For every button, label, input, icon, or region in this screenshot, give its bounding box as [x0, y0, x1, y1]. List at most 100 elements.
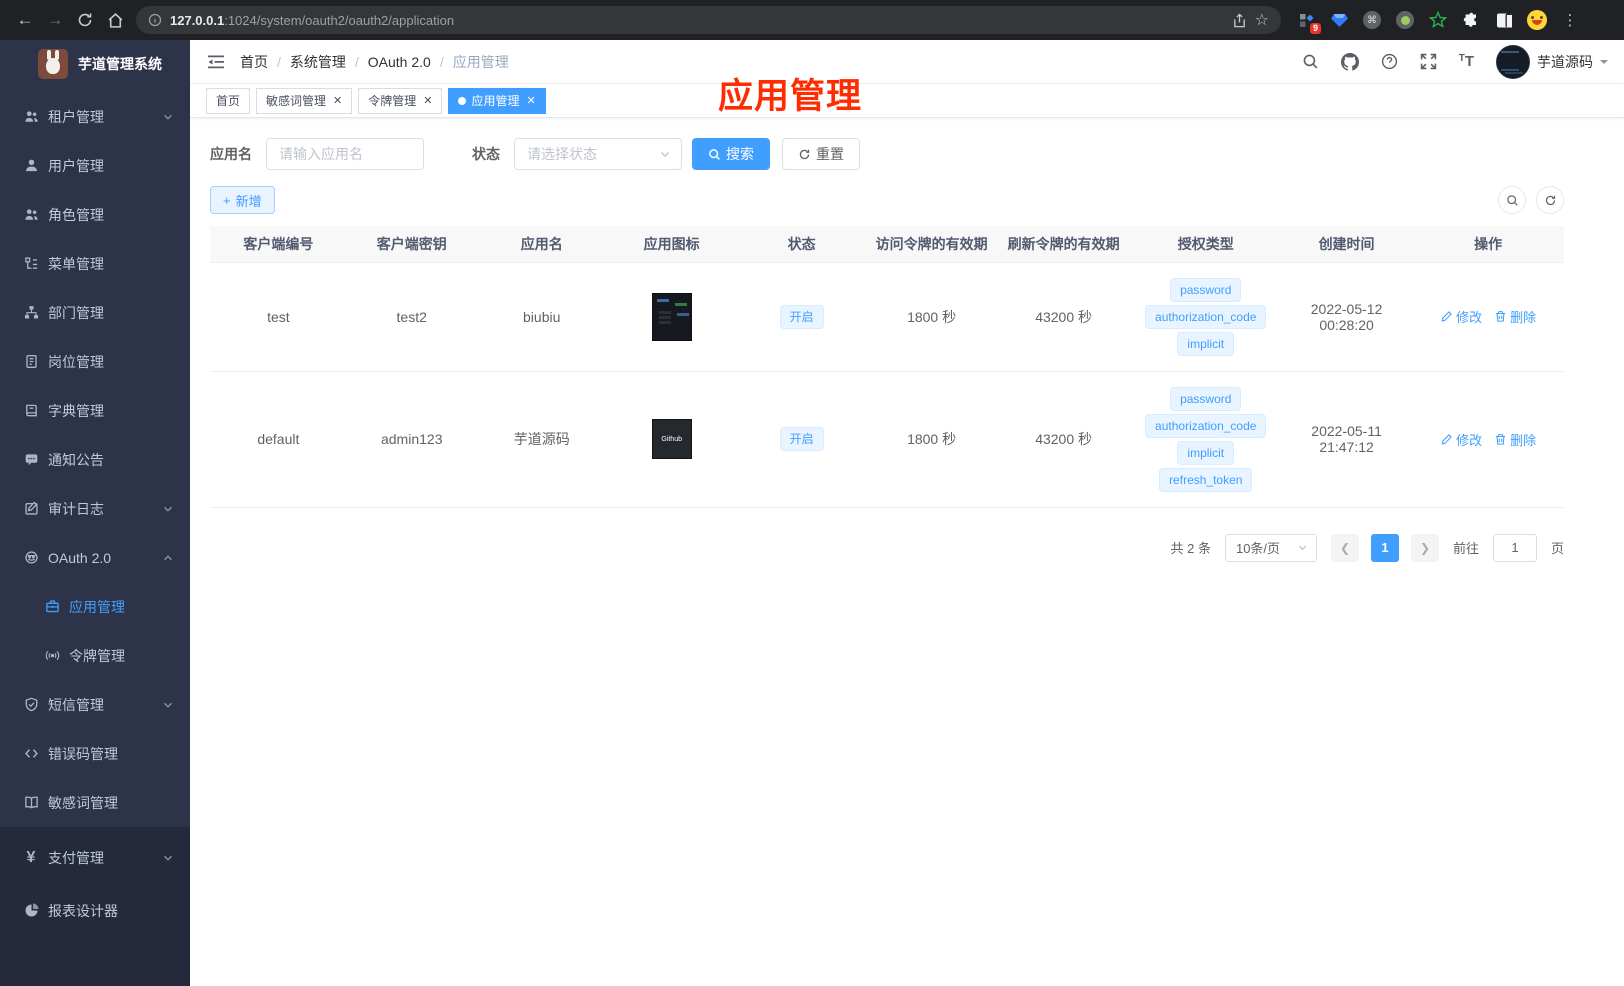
- bookmark-star-icon[interactable]: ☆: [1255, 10, 1269, 30]
- extension-tray: 9 ⌘ ⋮: [1291, 7, 1583, 34]
- filter-form: 应用名 状态 请选择状态 搜索 重置: [210, 138, 1564, 170]
- created-cell: 2022-05-12 00:28:20: [1280, 262, 1413, 372]
- dept-icon: [23, 305, 39, 320]
- page-1-button[interactable]: 1: [1370, 533, 1399, 562]
- sidebar-item-敏感词管理[interactable]: 敏感词管理: [0, 778, 190, 827]
- actions-cell: 修改 删除: [1412, 371, 1564, 508]
- total-count: 共 2 条: [1170, 541, 1211, 556]
- close-icon[interactable]: ✕: [527, 94, 536, 107]
- search-button[interactable]: 搜索: [692, 138, 770, 170]
- prev-page-button[interactable]: ❮: [1330, 533, 1359, 562]
- browser-menu-icon[interactable]: ⋮: [1557, 7, 1583, 33]
- header-search-icon[interactable]: [1302, 53, 1319, 70]
- sidebar-item-短信管理[interactable]: 短信管理: [0, 680, 190, 729]
- breadcrumb-item[interactable]: 系统管理: [290, 52, 346, 72]
- table-toolbar: + 新增: [210, 186, 1564, 214]
- delete-button[interactable]: 删除: [1494, 430, 1536, 449]
- sidebar-item-菜单管理[interactable]: 菜单管理: [0, 239, 190, 288]
- side-panel-icon[interactable]: [1491, 7, 1517, 33]
- reset-button[interactable]: 重置: [782, 138, 860, 170]
- column-header: 创建时间: [1280, 226, 1413, 263]
- goto-page-input[interactable]: [1492, 533, 1537, 562]
- reload-icon[interactable]: [70, 5, 100, 35]
- username: 芋道源码: [1537, 53, 1593, 70]
- record-extension-icon[interactable]: [1392, 7, 1418, 33]
- trash-icon: [1494, 433, 1507, 446]
- column-header: 客户端编号: [210, 226, 347, 263]
- share-icon[interactable]: [1232, 12, 1247, 28]
- client-secret-cell: admin123: [346, 371, 477, 508]
- sidebar-item-支付管理[interactable]: ¥ 支付管理: [0, 831, 190, 884]
- add-button[interactable]: + 新增: [210, 186, 275, 214]
- logo-row[interactable]: 芋道管理系统: [0, 40, 190, 88]
- puzzle-extension-icon[interactable]: [1458, 7, 1484, 33]
- sidebar-item-令牌管理[interactable]: 令牌管理: [0, 631, 190, 680]
- sidebar-item-报表设计器[interactable]: 报表设计器: [0, 884, 190, 937]
- plus-icon: +: [223, 192, 231, 208]
- fullscreen-icon[interactable]: [1420, 53, 1437, 70]
- grant-type-tag: password: [1170, 277, 1242, 302]
- edit-pen-icon: [1440, 310, 1453, 323]
- sidebar-menu: 租户管理 用户管理 角色管理 菜单管理 部门管理 岗位管理 字典管理 通知公告 审计日志 OAut…: [0, 88, 190, 827]
- page-unit-label: 页: [1550, 541, 1564, 556]
- column-header: 授权类型: [1130, 226, 1281, 263]
- oauth-icon: [23, 550, 39, 565]
- client-secret-cell: test2: [346, 262, 477, 372]
- grant-types-cell: password authorization_code implicit refres…: [1130, 371, 1281, 508]
- tab-应用管理[interactable]: 应用管理 ✕: [448, 87, 546, 114]
- refresh-ttl-cell: 43200 秒: [996, 371, 1131, 508]
- status-select[interactable]: 请选择状态: [514, 138, 682, 170]
- next-page-button[interactable]: ❯: [1410, 533, 1439, 562]
- delete-button[interactable]: 删除: [1494, 307, 1536, 326]
- breadcrumb-item[interactable]: 首页: [240, 52, 268, 72]
- breadcrumb-item[interactable]: OAuth 2.0: [368, 54, 431, 70]
- star-extension-icon[interactable]: [1425, 7, 1451, 33]
- app-icon: [44, 599, 60, 614]
- profile-avatar-icon[interactable]: [1524, 7, 1550, 33]
- tab-敏感词管理[interactable]: 敏感词管理 ✕: [256, 87, 353, 114]
- page-size-select[interactable]: 10条/页: [1224, 533, 1317, 562]
- back-icon[interactable]: ←: [10, 5, 40, 35]
- user-menu[interactable]: 芋道源码: [1496, 44, 1608, 79]
- sidebar-item-用户管理[interactable]: 用户管理: [0, 141, 190, 190]
- help-icon[interactable]: [1381, 53, 1398, 70]
- app-icon-image: Github: [651, 419, 692, 459]
- tab-首页[interactable]: 首页: [206, 87, 251, 114]
- sidebar-item-岗位管理[interactable]: 岗位管理: [0, 337, 190, 386]
- sidebar-item-租户管理[interactable]: 租户管理: [0, 92, 190, 141]
- sidebar-item-应用管理[interactable]: 应用管理: [0, 582, 190, 631]
- sidebar-item-角色管理[interactable]: 角色管理: [0, 190, 190, 239]
- show-search-button[interactable]: [1498, 186, 1526, 214]
- url-bar[interactable]: 127.0.0.1:1024/system/oauth2/oauth2/appl…: [136, 6, 1281, 34]
- close-icon[interactable]: ✕: [423, 94, 432, 107]
- app-name-input[interactable]: [266, 138, 424, 170]
- chevron-down-icon: [1600, 59, 1608, 68]
- gem-extension-icon[interactable]: [1326, 7, 1352, 33]
- refresh-table-button[interactable]: [1536, 186, 1564, 214]
- site-info-icon[interactable]: [148, 13, 162, 27]
- forward-icon[interactable]: →: [40, 5, 70, 35]
- tab-令牌管理[interactable]: 令牌管理 ✕: [358, 87, 443, 114]
- status-cell: 开启: [736, 371, 867, 508]
- github-icon[interactable]: [1340, 52, 1359, 71]
- sidebar-item-通知公告[interactable]: 通知公告: [0, 435, 190, 484]
- close-icon[interactable]: ✕: [333, 94, 342, 107]
- edit-button[interactable]: 修改: [1440, 430, 1482, 449]
- font-size-icon[interactable]: TT: [1459, 53, 1474, 70]
- active-dot-icon: [458, 96, 467, 105]
- home-icon[interactable]: [100, 5, 130, 35]
- command-extension-icon[interactable]: ⌘: [1359, 7, 1385, 33]
- sidebar-item-错误码管理[interactable]: 错误码管理: [0, 729, 190, 778]
- tenant-icon: [23, 109, 39, 124]
- sidebar-item-OAuth 2.0[interactable]: OAuth 2.0: [0, 533, 190, 582]
- sidebar-item-部门管理[interactable]: 部门管理: [0, 288, 190, 337]
- sidebar-item-审计日志[interactable]: 审计日志: [0, 484, 190, 533]
- client-id-cell: default: [210, 371, 347, 508]
- browser-chrome: ← → 127.0.0.1:1024/system/oauth2/oauth2/…: [0, 0, 1624, 40]
- extension-grid-icon[interactable]: 9: [1293, 7, 1321, 34]
- sidebar-toggle-icon[interactable]: [206, 52, 226, 72]
- sidebar-item-字典管理[interactable]: 字典管理: [0, 386, 190, 435]
- app-icon-cell: [606, 262, 737, 372]
- dict-icon: [23, 403, 39, 418]
- edit-button[interactable]: 修改: [1440, 307, 1482, 326]
